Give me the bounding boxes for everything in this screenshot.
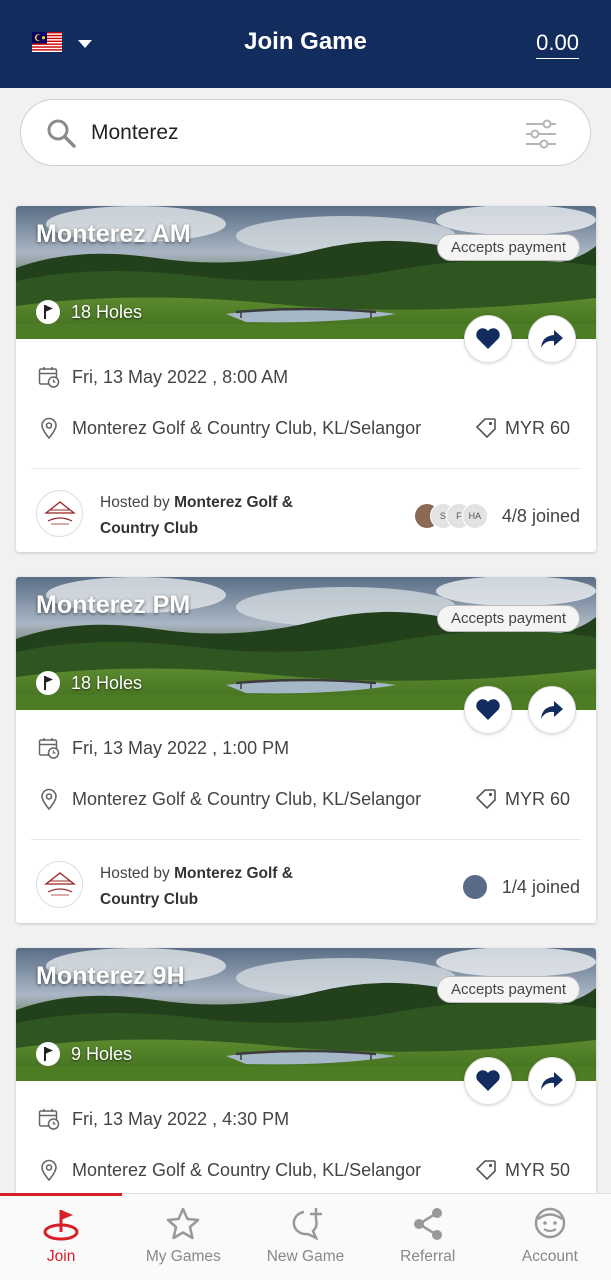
page-title: Join Game <box>244 28 367 55</box>
accepts-payment-badge: Accepts payment <box>436 234 580 261</box>
golf-flag-icon <box>36 671 60 695</box>
price-tag-icon <box>475 789 496 810</box>
accepts-payment-badge: Accepts payment <box>436 605 580 632</box>
share-button[interactable] <box>528 315 576 363</box>
host-info: Hosted by Monterez Golf & Country Club <box>100 490 320 542</box>
game-card[interactable]: Monterez 9H Accepts payment 9 Holes Fri,… <box>16 948 596 1208</box>
course-image: Monterez AM Accepts payment 18 Holes <box>16 206 596 339</box>
golf-flag-icon <box>43 1210 79 1241</box>
card-divider <box>31 468 581 469</box>
game-price: MYR 60 <box>475 417 570 439</box>
favorite-button[interactable] <box>464 315 512 363</box>
price-tag-icon <box>475 418 496 439</box>
nav-referral[interactable]: Referral <box>367 1194 489 1280</box>
nav-label: My Games <box>145 1248 221 1265</box>
golf-flag-icon <box>36 300 60 324</box>
game-card[interactable]: Monterez AM Accepts payment 18 Holes Fri… <box>16 206 596 552</box>
game-title: Monterez 9H <box>36 962 185 990</box>
player-avatars: S F HA <box>413 503 488 529</box>
price-text: MYR 60 <box>504 788 570 809</box>
host-logo <box>36 861 83 908</box>
filter-sliders-icon[interactable] <box>524 118 558 150</box>
host-prefix: Hosted by <box>100 865 175 882</box>
nav-label: New Game <box>266 1248 345 1265</box>
wallet-balance[interactable]: 0.00 <box>536 30 579 59</box>
card-divider <box>31 839 581 840</box>
search-input[interactable] <box>91 118 491 148</box>
datetime-text: Fri, 13 May 2022 , 1:00 PM <box>72 737 290 758</box>
game-datetime: Fri, 13 May 2022 , 8:00 AM <box>38 366 288 388</box>
nav-join[interactable]: Join <box>0 1193 123 1280</box>
game-title: Monterez PM <box>36 591 191 619</box>
datetime-text: Fri, 13 May 2022 , 8:00 AM <box>72 366 289 387</box>
app-header: Join Game 0.00 <box>0 0 611 88</box>
game-datetime: Fri, 13 May 2022 , 4:30 PM <box>38 1108 289 1130</box>
location-pin-icon <box>41 788 57 810</box>
host-prefix: Hosted by <box>100 494 175 511</box>
chat-plus-icon <box>292 1208 322 1241</box>
game-location: Monterez Golf & Country Club, KL/Selango… <box>38 417 421 439</box>
heart-icon <box>476 699 500 720</box>
game-location: Monterez Golf & Country Club, KL/Selango… <box>38 1159 421 1181</box>
search-bar <box>20 99 591 166</box>
heart-icon <box>476 1070 500 1091</box>
calendar-clock-icon <box>38 1109 60 1130</box>
game-price: MYR 50 <box>475 1159 570 1181</box>
bottom-navigation: Join My Games New Game Referral Account <box>0 1193 611 1280</box>
player-avatars <box>461 874 488 900</box>
holes-label: 9 Holes <box>71 1043 133 1064</box>
avatar: HA <box>461 503 488 529</box>
nav-label: Referral <box>400 1248 456 1265</box>
user-icon <box>534 1207 566 1239</box>
share-button[interactable] <box>528 1057 576 1105</box>
game-card[interactable]: Monterez PM Accepts payment 18 Holes Fri… <box>16 577 596 923</box>
holes-label: 18 Holes <box>71 301 143 322</box>
game-datetime: Fri, 13 May 2022 , 1:00 PM <box>38 737 289 759</box>
joined-status[interactable]: 1/4 joined <box>461 874 580 900</box>
holes-info: 18 Holes <box>36 300 142 324</box>
share-icon <box>413 1208 442 1240</box>
star-icon <box>167 1207 200 1240</box>
share-button[interactable] <box>528 686 576 734</box>
share-arrow-icon <box>541 330 563 348</box>
heart-icon <box>476 328 500 349</box>
share-arrow-icon <box>541 1072 563 1090</box>
search-icon <box>47 119 76 148</box>
course-image: Monterez PM Accepts payment 18 Holes <box>16 577 596 710</box>
datetime-text: Fri, 13 May 2022 , 4:30 PM <box>72 1108 290 1129</box>
game-title: Monterez AM <box>36 220 191 248</box>
location-pin-icon <box>41 417 57 439</box>
golf-flag-icon <box>36 1042 60 1066</box>
price-text: MYR 60 <box>504 417 570 438</box>
game-location: Monterez Golf & Country Club, KL/Selango… <box>38 788 421 810</box>
holes-info: 18 Holes <box>36 671 142 695</box>
favorite-button[interactable] <box>464 1057 512 1105</box>
calendar-clock-icon <box>38 367 60 388</box>
holes-label: 18 Holes <box>71 672 143 693</box>
joined-status[interactable]: S F HA 4/8 joined <box>413 503 580 529</box>
nav-account[interactable]: Account <box>489 1194 611 1280</box>
joined-count: 4/8 joined <box>501 505 580 526</box>
price-tag-icon <box>475 1160 496 1181</box>
game-price: MYR 60 <box>475 788 570 810</box>
nav-label: Join <box>46 1248 76 1265</box>
avatar <box>461 874 488 900</box>
nav-label: Account <box>521 1248 578 1265</box>
location-text: Monterez Golf & Country Club, KL/Selango… <box>72 1159 422 1180</box>
nav-new-game[interactable]: New Game <box>244 1194 366 1280</box>
share-arrow-icon <box>541 701 563 719</box>
favorite-button[interactable] <box>464 686 512 734</box>
host-logo <box>36 490 83 537</box>
location-text: Monterez Golf & Country Club, KL/Selango… <box>72 417 422 438</box>
nav-my-games[interactable]: My Games <box>122 1194 244 1280</box>
holes-info: 9 Holes <box>36 1042 132 1066</box>
location-text: Monterez Golf & Country Club, KL/Selango… <box>72 788 422 809</box>
course-image: Monterez 9H Accepts payment 9 Holes <box>16 948 596 1081</box>
accepts-payment-badge: Accepts payment <box>436 976 580 1003</box>
calendar-clock-icon <box>38 738 60 759</box>
host-info: Hosted by Monterez Golf & Country Club <box>100 861 320 913</box>
joined-count: 1/4 joined <box>501 876 580 897</box>
price-text: MYR 50 <box>504 1159 570 1180</box>
location-pin-icon <box>41 1159 57 1181</box>
